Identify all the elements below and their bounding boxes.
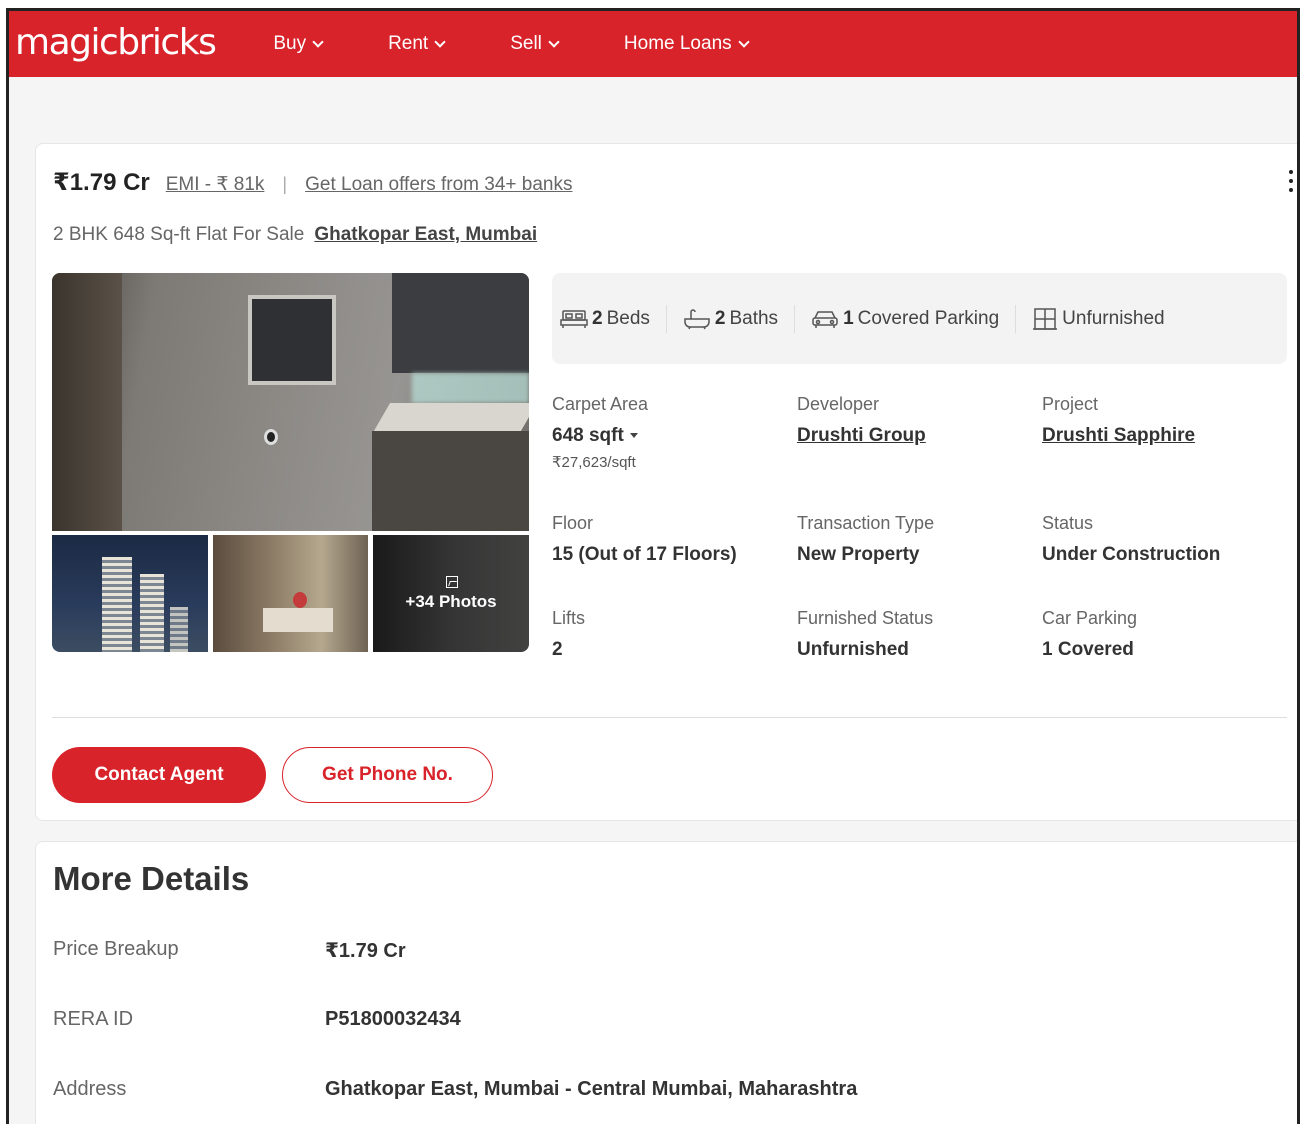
chevron-down-icon — [548, 35, 560, 48]
chevron-down-icon — [434, 35, 446, 48]
loan-offers-link[interactable]: Get Loan offers from 34+ banks — [305, 174, 572, 196]
parking-summary: 1 Covered Parking — [811, 308, 1015, 330]
lifts-value: 2 — [552, 639, 563, 660]
detail-key: Address — [53, 1078, 127, 1100]
floor-label: Floor — [552, 513, 594, 533]
more-photos-label: +34 Photos — [405, 591, 497, 611]
price: ₹1.79 Cr — [53, 169, 150, 196]
nav-buy-label: Buy — [273, 33, 307, 54]
chevron-down-icon — [312, 35, 324, 48]
more-details-title: More Details — [53, 860, 250, 897]
bed-icon — [560, 309, 588, 328]
property-summary: 2 Beds 2 Baths 1 Covered Parking Unfurni… — [552, 273, 1287, 364]
furnishing-icon — [1033, 307, 1058, 330]
top-nav-bar: magicbricks Buy Rent Sell Home Loans — [9, 11, 1297, 77]
listing-title-text: 2 BHK 648 Sq-ft Flat For Sale — [53, 224, 305, 245]
lifts-label: Lifts — [552, 608, 586, 628]
contact-agent-button[interactable]: Contact Agent — [52, 747, 266, 803]
more-details-card: More Details Price Breakup ₹1.79 Cr RERA… — [35, 841, 1297, 1124]
beds-summary: 2 Beds — [560, 308, 666, 330]
car-icon — [812, 310, 838, 328]
divider — [52, 717, 1287, 718]
photo-thumbnails: +34 Photos — [52, 535, 529, 652]
more-options-icon[interactable] — [1284, 170, 1297, 196]
status-value: Under Construction — [1042, 544, 1221, 565]
attr-car-parking: Car Parking 1 Covered — [1042, 608, 1137, 661]
attr-lifts: Lifts 2 — [552, 608, 585, 661]
detail-value: Ghatkopar East, Mumbai - Central Mumbai,… — [325, 1078, 858, 1100]
price-per-sqft: ₹27,623/sqft — [552, 454, 636, 471]
transaction-type-value: New Property — [797, 544, 920, 565]
detail-key: RERA ID — [53, 1008, 134, 1030]
baths-label: Baths — [729, 307, 779, 329]
locality-link[interactable]: Ghatkopar East, Mumbai — [314, 224, 537, 246]
attr-floor: Floor 15 (Out of 17 Floors) — [552, 513, 737, 566]
emi-link[interactable]: EMI - ₹ 81k — [166, 173, 265, 196]
thumbnail-dining[interactable] — [213, 535, 368, 652]
baths-count: 2 — [714, 307, 726, 329]
project-link[interactable]: Drushti Sapphire — [1042, 425, 1195, 447]
caret-down-icon — [629, 433, 638, 439]
beds-count: 2 — [592, 307, 603, 329]
attr-developer: Developer Drushti Group — [797, 394, 926, 447]
price-row: ₹1.79 Cr EMI - ₹ 81k | Get Loan offers f… — [53, 168, 573, 197]
nav-home-loans[interactable]: Home Loans — [623, 33, 750, 55]
beds-label: Beds — [606, 307, 650, 329]
parking-label: Covered Parking — [857, 307, 1000, 329]
detail-row-price-breakup: Price Breakup ₹1.79 Cr — [53, 938, 406, 963]
attr-status: Status Under Construction — [1042, 513, 1220, 566]
transaction-type-label: Transaction Type — [797, 513, 935, 533]
thumbnail-building[interactable] — [52, 535, 208, 652]
attr-project: Project Drushti Sapphire — [1042, 394, 1195, 447]
furnishing-label: Unfurnished — [1062, 307, 1165, 329]
nav-sell[interactable]: Sell — [510, 33, 560, 55]
detail-value: ₹1.79 Cr — [325, 940, 406, 962]
status-label: Status — [1042, 513, 1094, 533]
furnished-status-label: Furnished Status — [797, 608, 934, 628]
magicbricks-logo[interactable]: magicbricks — [15, 22, 217, 63]
main-nav: Buy Rent Sell Home Loans — [273, 33, 813, 55]
attr-carpet-area: Carpet Area 648 sqft ₹27,623/sqft — [552, 394, 648, 471]
detail-value: P51800032434 — [325, 1008, 461, 1030]
browser-frame: magicbricks Buy Rent Sell Home Loans ₹1.… — [6, 8, 1300, 1124]
furnished-status-value: Unfurnished — [797, 639, 909, 660]
nav-buy[interactable]: Buy — [273, 33, 324, 55]
attr-transaction-type: Transaction Type New Property — [797, 513, 934, 566]
floor-value: 15 (Out of 17 Floors) — [552, 544, 737, 565]
nav-sell-label: Sell — [510, 33, 542, 54]
detail-row-rera-id: RERA ID P51800032434 — [53, 1008, 461, 1031]
thumbnail-more-photos[interactable]: +34 Photos — [373, 535, 529, 652]
baths-summary: 2 Baths — [683, 308, 794, 330]
photo-icon — [446, 575, 458, 588]
nav-rent-label: Rent — [388, 33, 429, 54]
furnishing-summary: Unfurnished — [1032, 307, 1180, 331]
developer-link[interactable]: Drushti Group — [797, 425, 926, 447]
carpet-area-label: Carpet Area — [552, 394, 649, 414]
detail-row-address: Address Ghatkopar East, Mumbai - Central… — [53, 1078, 857, 1101]
developer-label: Developer — [797, 394, 880, 414]
separator: | — [282, 174, 288, 194]
main-photo[interactable] — [52, 273, 529, 531]
car-parking-label: Car Parking — [1042, 608, 1138, 628]
nav-rent[interactable]: Rent — [388, 33, 446, 55]
detail-key: Price Breakup — [53, 938, 179, 960]
get-phone-button[interactable]: Get Phone No. — [282, 747, 493, 803]
listing-card: ₹1.79 Cr EMI - ₹ 81k | Get Loan offers f… — [35, 143, 1297, 821]
chevron-down-icon — [737, 35, 750, 48]
carpet-area-value[interactable]: 648 sqft — [552, 425, 648, 447]
car-parking-value: 1 Covered — [1042, 639, 1134, 660]
project-label: Project — [1042, 394, 1099, 414]
attr-furnished-status: Furnished Status Unfurnished — [797, 608, 933, 661]
bath-icon — [684, 308, 710, 329]
listing-title: 2 BHK 648 Sq-ft Flat For Sale Ghatkopar … — [53, 224, 537, 246]
parking-count: 1 — [843, 307, 854, 329]
nav-home-loans-label: Home Loans — [623, 33, 732, 54]
